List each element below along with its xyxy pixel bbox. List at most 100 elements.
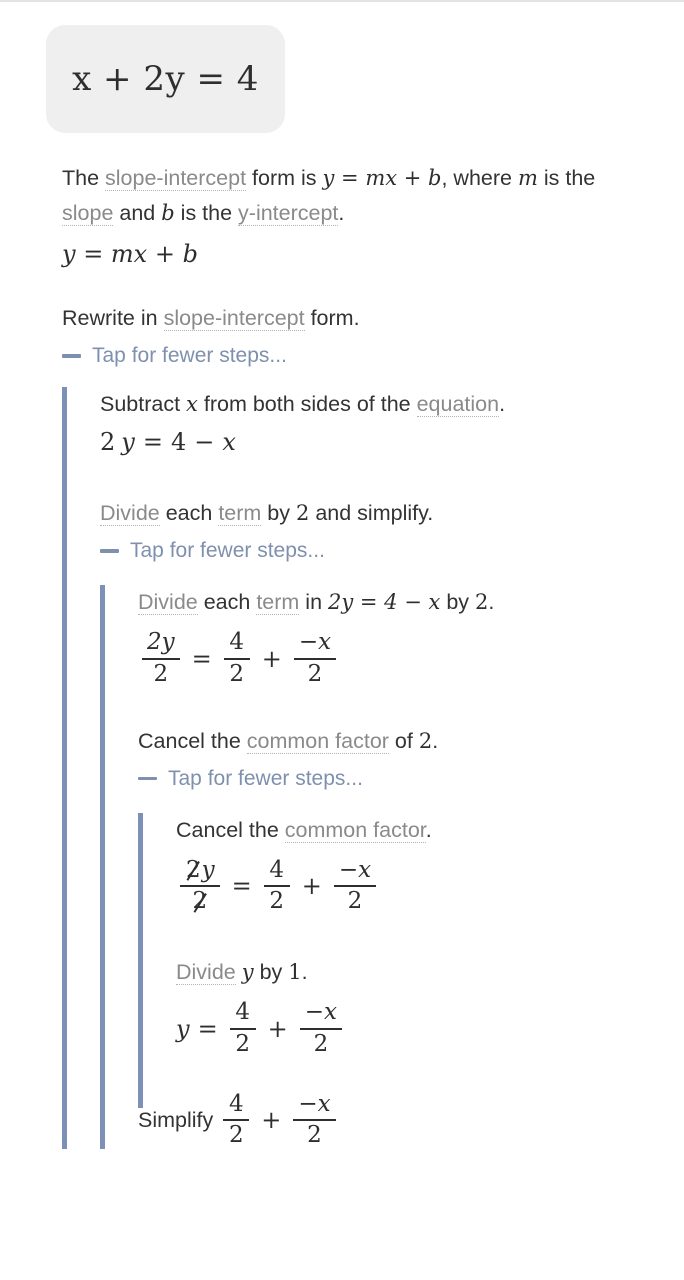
divide-step-text: Divide each term by 2 and simplify. bbox=[100, 496, 662, 531]
toggle-label: Tap for fewer steps... bbox=[92, 344, 287, 367]
toggle-fewer-steps-cancel[interactable]: Tap for fewer steps... bbox=[138, 767, 660, 791]
link-slope-intercept[interactable]: slope-intercept bbox=[105, 166, 247, 191]
nest-rail-3 bbox=[138, 812, 143, 1108]
nest-rail-2 bbox=[100, 585, 105, 1149]
frac-num: 4 bbox=[269, 856, 285, 883]
frac-den: 2 bbox=[187, 888, 214, 915]
minus-icon bbox=[62, 354, 81, 358]
dd-each: each bbox=[197, 590, 257, 614]
eq-plus: + bbox=[301, 872, 322, 901]
frac-num: 2y bbox=[180, 857, 220, 884]
frac-num: 4 bbox=[235, 999, 250, 1025]
solution-page: x + 2y = 4 The slope-intercept form is y… bbox=[0, 2, 684, 1280]
frac-den: 2 bbox=[235, 1030, 250, 1057]
step-divide-detail: Divide each term in 2y = 4 − x by 2. 2y … bbox=[138, 585, 660, 688]
frac-bar bbox=[293, 1119, 336, 1122]
equation-cancelled-fractions: 2y 2 = 4 2 + −x 2 bbox=[176, 856, 658, 916]
rewrite-prefix: Rewrite in bbox=[62, 306, 164, 330]
frac-bar bbox=[223, 1119, 250, 1122]
frac-num: 4 bbox=[229, 629, 245, 655]
eq-right-num: 4 bbox=[170, 428, 187, 456]
fraction-4-over-2: 4 2 bbox=[223, 629, 250, 688]
link-y-intercept[interactable]: y-intercept bbox=[238, 201, 339, 226]
intro-part3: , where bbox=[441, 166, 518, 190]
fraction-4-over-2: 4 2 bbox=[223, 1090, 250, 1150]
fraction-negx-over-2: −x 2 bbox=[299, 999, 343, 1058]
link-common-factor[interactable]: common factor bbox=[246, 728, 389, 754]
minus-icon bbox=[100, 549, 119, 553]
cancel2-period: . bbox=[432, 728, 439, 753]
frac-bar bbox=[263, 885, 290, 888]
dd-num-2: 2 bbox=[475, 590, 489, 614]
equation-divide-fractions: 2y 2 = 4 2 + −x 2 bbox=[138, 629, 660, 688]
db1-var-y: y bbox=[241, 960, 254, 984]
frac-den: 2 bbox=[229, 660, 245, 687]
dd-inline-eq: 2y = 4 − x bbox=[328, 590, 441, 614]
intro-part1: The bbox=[62, 166, 106, 190]
frac-bar bbox=[180, 885, 220, 888]
link-divide-2[interactable]: Divide bbox=[138, 590, 198, 615]
step-simplify: Simplify 4 2 + −x 2 bbox=[138, 1090, 660, 1150]
simplify-text: Simplify 4 2 + −x 2 bbox=[138, 1090, 660, 1150]
frac-den: 2 bbox=[228, 1122, 244, 1149]
frac-num: 4 bbox=[228, 1090, 244, 1117]
nest-level-2: Divide each term in 2y = 4 − x by 2. 2y … bbox=[100, 585, 660, 1149]
db1-num-1: 1 bbox=[288, 960, 302, 984]
equation-subtract-result: 2y = 4 − x bbox=[100, 428, 662, 456]
eq-lhs-y: y bbox=[176, 1014, 190, 1043]
eq-left-coef: 2 bbox=[100, 428, 116, 456]
cancel-suffix: . bbox=[425, 817, 432, 842]
frac-bar bbox=[229, 1027, 256, 1030]
fraction-2y-over-2: 2y 2 bbox=[142, 629, 180, 688]
divide-by-1-text: Divide y by 1. bbox=[176, 955, 658, 990]
subtract-prefix: Subtract bbox=[100, 392, 187, 416]
eq-plus: + bbox=[261, 644, 282, 673]
cancel-of-2-text: Cancel the common factor of 2. bbox=[138, 724, 660, 759]
link-divide[interactable]: Divide bbox=[100, 501, 160, 526]
var-m: m bbox=[517, 166, 538, 190]
dd-in: in bbox=[299, 590, 329, 614]
frac-num: 2y bbox=[147, 629, 175, 655]
eq-equals: = bbox=[142, 428, 163, 456]
intro-part7: . bbox=[338, 201, 345, 225]
toggle-fewer-steps-divide[interactable]: Tap for fewer steps... bbox=[100, 539, 662, 563]
intro-part5: and bbox=[113, 201, 162, 225]
rewrite-step-text: Rewrite in slope-intercept form. bbox=[62, 301, 637, 336]
divide-num-2: 2 bbox=[295, 501, 310, 525]
eq-equals: = bbox=[191, 644, 212, 673]
minus-icon bbox=[138, 776, 157, 781]
db1-suffix: . bbox=[301, 960, 308, 984]
frac-den: 2 bbox=[313, 1030, 329, 1057]
link-term-2[interactable]: term bbox=[256, 590, 300, 615]
cancel2-suffix: of bbox=[388, 728, 419, 753]
toggle-label: Tap for fewer steps... bbox=[168, 766, 363, 790]
simplify-prefix: Simplify bbox=[138, 1107, 214, 1132]
step-subtract: Subtract x from both sides of the equati… bbox=[100, 387, 662, 456]
fraction-cancel-2y-over-2: 2y 2 bbox=[180, 857, 220, 916]
frac-bar bbox=[142, 657, 180, 660]
frac-num: −x bbox=[298, 629, 332, 655]
link-equation[interactable]: equation bbox=[416, 392, 500, 417]
toggle-fewer-steps-rewrite[interactable]: Tap for fewer steps... bbox=[62, 344, 637, 368]
frac-num: −x bbox=[338, 856, 372, 883]
frac-num: −x bbox=[298, 1090, 331, 1117]
nest-level-3: Cancel the common factor. 2y 2 = 4 2 + −… bbox=[138, 812, 658, 1108]
inline-formula-mx-b: y = mx + b bbox=[322, 166, 442, 190]
fraction-4-over-2: 4 2 bbox=[229, 999, 256, 1058]
eq-plus: + bbox=[261, 1106, 282, 1135]
frac-den: 2 bbox=[347, 888, 363, 915]
link-slope-intercept-2[interactable]: slope-intercept bbox=[163, 306, 305, 331]
display-formula-slope-intercept: y = mx + b bbox=[62, 240, 637, 268]
link-slope[interactable]: slope bbox=[62, 201, 114, 226]
frac-bar bbox=[299, 1027, 343, 1030]
db1-by: by bbox=[253, 960, 289, 984]
frac-bar bbox=[333, 885, 377, 888]
cancel-prefix: Cancel the bbox=[176, 817, 285, 842]
frac-den: 2 bbox=[153, 660, 169, 687]
frac-den: 2 bbox=[307, 660, 323, 687]
link-common-factor-2[interactable]: common factor bbox=[284, 817, 426, 843]
link-term[interactable]: term bbox=[218, 501, 262, 526]
frac-bar bbox=[223, 657, 250, 660]
divide-detail-text: Divide each term in 2y = 4 − x by 2. bbox=[138, 585, 660, 620]
link-divide-3[interactable]: Divide bbox=[176, 960, 236, 985]
